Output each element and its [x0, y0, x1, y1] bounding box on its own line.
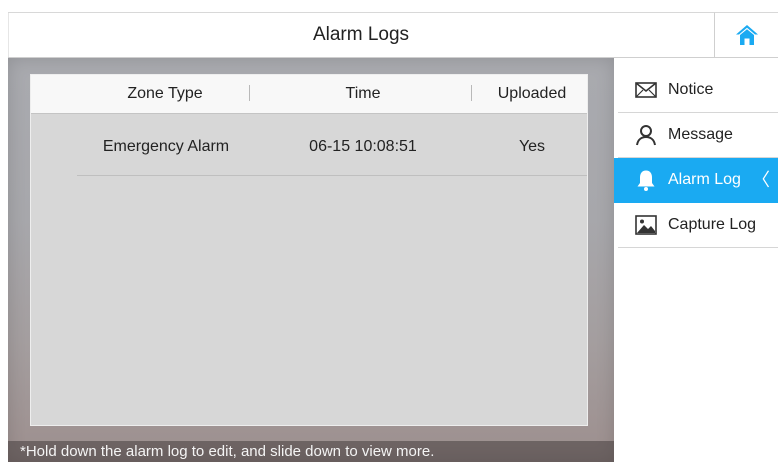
sidebar-item-label: Message: [668, 126, 733, 143]
alarm-log-area: Zone Type Time Uploaded Emergency Alarm …: [8, 58, 614, 462]
sidebar-item-message[interactable]: Message: [618, 113, 778, 158]
home-icon: [735, 25, 758, 45]
envelope-icon: [635, 82, 657, 98]
sidebar-item-label: Alarm Log: [668, 171, 741, 188]
cell-zone-type: Emergency Alarm: [102, 138, 230, 155]
chevron-left-icon: 〈: [752, 170, 770, 190]
hint-text: *Hold down the alarm log to edit, and sl…: [8, 441, 614, 462]
table-row[interactable]: Emergency Alarm 06-15 10:08:51 Yes: [77, 119, 587, 176]
column-separator: [471, 85, 472, 101]
cell-uploaded: Yes: [518, 138, 546, 155]
page-title: Alarm Logs: [312, 24, 410, 45]
sidebar-item-alarm-log[interactable]: Alarm Log 〈: [614, 158, 778, 203]
alarm-log-table: Zone Type Time Uploaded Emergency Alarm …: [30, 74, 588, 426]
column-header-uploaded: Uploaded: [497, 85, 567, 102]
sidebar-item-label: Capture Log: [668, 216, 757, 233]
image-icon: [635, 215, 657, 235]
home-button[interactable]: [714, 12, 778, 58]
column-header-time: Time: [345, 85, 381, 102]
sidebar: Notice Message Alarm Log 〈 Capture Log: [614, 68, 778, 248]
sidebar-item-notice[interactable]: Notice: [618, 68, 778, 113]
column-header-zone-type: Zone Type: [127, 85, 203, 102]
sidebar-item-label: Notice: [668, 81, 714, 98]
sidebar-item-capture-log[interactable]: Capture Log: [618, 203, 778, 248]
table-header: Zone Type Time Uploaded: [31, 75, 587, 114]
person-icon: [636, 125, 656, 146]
title-bar: Alarm Logs: [8, 12, 714, 58]
column-separator: [249, 85, 250, 101]
bell-icon: [637, 170, 655, 191]
cell-time: 06-15 10:08:51: [309, 138, 417, 155]
